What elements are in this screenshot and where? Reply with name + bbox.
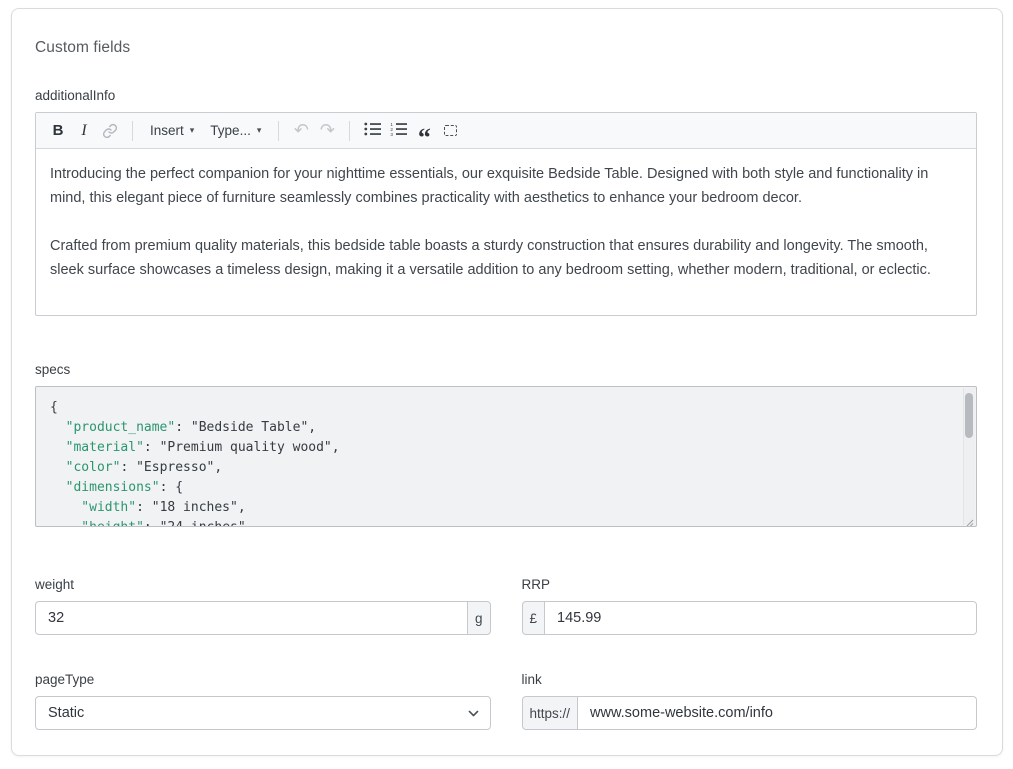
resize-grip[interactable] bbox=[964, 514, 974, 524]
numbered-list-button[interactable]: 1 2 3 bbox=[385, 118, 411, 144]
link-input-group: https:// bbox=[522, 696, 978, 730]
page-type-select[interactable]: Static bbox=[35, 696, 491, 730]
toolbar-separator bbox=[132, 121, 133, 141]
fields-row-1: weight g RRP £ bbox=[35, 577, 977, 635]
weight-label: weight bbox=[35, 577, 491, 592]
link-button[interactable] bbox=[97, 118, 123, 144]
insert-dropdown-label: Insert bbox=[150, 123, 184, 138]
blockquote-button[interactable]: “ bbox=[411, 118, 437, 144]
rrp-currency-addon: £ bbox=[522, 601, 546, 635]
code-line: "dimensions": { bbox=[50, 478, 950, 498]
link-protocol-addon: https:// bbox=[522, 696, 579, 730]
toolbar-separator bbox=[349, 121, 350, 141]
dashed-box-icon bbox=[444, 125, 457, 136]
bullet-list-icon bbox=[364, 122, 381, 139]
additional-info-label: additionalInfo bbox=[35, 88, 977, 103]
rrp-field-group: RRP £ bbox=[522, 577, 978, 635]
code-line: "color": "Espresso", bbox=[50, 458, 950, 478]
code-line: "material": "Premium quality wood", bbox=[50, 438, 950, 458]
page-type-label: pageType bbox=[35, 672, 491, 687]
code-line: "height": "24 inches", bbox=[50, 518, 950, 527]
rrp-input[interactable] bbox=[544, 601, 977, 635]
weight-unit-addon: g bbox=[467, 601, 491, 635]
fields-row-2: pageType Static link https:// bbox=[35, 672, 977, 730]
numbered-list-icon: 1 2 3 bbox=[390, 122, 407, 139]
rrp-label: RRP bbox=[522, 577, 978, 592]
weight-field-group: weight g bbox=[35, 577, 491, 635]
specs-label: specs bbox=[35, 362, 977, 377]
link-label: link bbox=[522, 672, 978, 687]
insert-dropdown[interactable]: Insert ▾ bbox=[142, 118, 202, 144]
rte-paragraph: Introducing the perfect companion for yo… bbox=[50, 162, 962, 210]
rte-content[interactable]: Introducing the perfect companion for yo… bbox=[36, 149, 976, 315]
page-type-select-wrap: Static bbox=[35, 696, 491, 730]
link-field-group: link https:// bbox=[522, 672, 978, 730]
code-line: "product_name": "Bedside Table", bbox=[50, 418, 950, 438]
page-title: Custom fields bbox=[35, 39, 977, 57]
toolbar-separator bbox=[278, 121, 279, 141]
code-line: { bbox=[50, 398, 950, 418]
weight-input[interactable] bbox=[35, 601, 468, 635]
link-icon bbox=[102, 123, 118, 139]
specs-textarea[interactable]: {"product_name": "Bedside Table","materi… bbox=[35, 386, 977, 527]
specs-scrollbar-thumb[interactable] bbox=[965, 393, 973, 438]
page-type-field-group: pageType Static bbox=[35, 672, 491, 730]
blockquote-icon: “ bbox=[418, 135, 431, 140]
rte-toolbar: B I Insert ▾ Type... ▾ ↶ bbox=[36, 113, 976, 149]
specs-scrollbar-track[interactable] bbox=[963, 388, 975, 525]
bullet-list-button[interactable] bbox=[359, 118, 385, 144]
rte-paragraph: Crafted from premium quality materials, … bbox=[50, 234, 962, 282]
undo-button[interactable]: ↶ bbox=[288, 118, 314, 144]
type-dropdown[interactable]: Type... ▾ bbox=[202, 118, 269, 144]
undo-icon: ↶ bbox=[294, 122, 309, 140]
bold-button[interactable]: B bbox=[45, 118, 71, 144]
redo-button[interactable]: ↷ bbox=[314, 118, 340, 144]
specs-code: {"product_name": "Bedside Table","materi… bbox=[50, 398, 950, 527]
custom-fields-card: Custom fields additionalInfo B I Insert … bbox=[11, 8, 1003, 756]
rrp-input-group: £ bbox=[522, 601, 978, 635]
link-input[interactable] bbox=[577, 696, 977, 730]
svg-text:3: 3 bbox=[390, 132, 393, 136]
chevron-down-icon: ▾ bbox=[190, 126, 195, 135]
weight-input-group: g bbox=[35, 601, 491, 635]
type-dropdown-label: Type... bbox=[210, 123, 251, 138]
italic-button[interactable]: I bbox=[71, 118, 97, 144]
code-line: "width": "18 inches", bbox=[50, 498, 950, 518]
redo-icon: ↷ bbox=[320, 122, 335, 140]
chevron-down-icon: ▾ bbox=[257, 126, 262, 135]
embed-block-button[interactable] bbox=[437, 118, 463, 144]
rich-text-editor: B I Insert ▾ Type... ▾ ↶ bbox=[35, 112, 977, 316]
